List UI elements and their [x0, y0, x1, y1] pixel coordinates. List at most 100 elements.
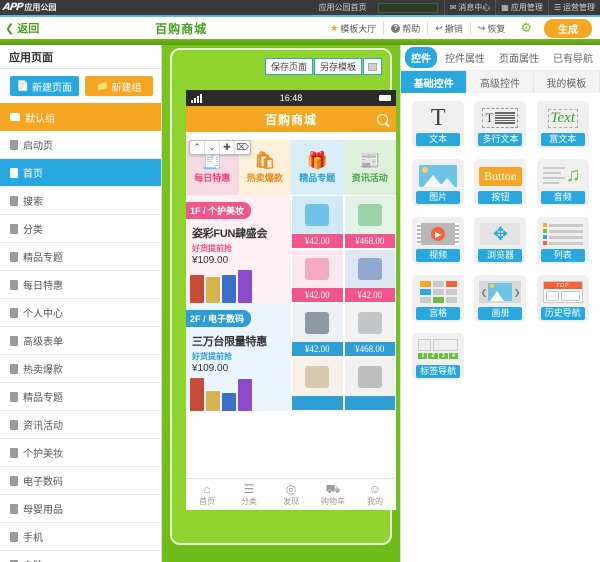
file-icon [10, 252, 18, 262]
inspector-tab[interactable]: 控件 [405, 47, 437, 68]
widget-audio[interactable]: ♫ 音频 [532, 159, 594, 206]
sidebar-item-group[interactable]: 默认组 [0, 103, 161, 131]
battery-icon [379, 95, 391, 101]
widget-browser[interactable]: ✥ 浏览器 [469, 217, 531, 264]
brand-logo[interactable]: APP 应用公园 [0, 2, 56, 13]
product-cell[interactable]: ¥468.00 [344, 195, 397, 249]
compass-icon: ◎ [286, 483, 296, 495]
save-template-button[interactable]: 另存模板 [314, 58, 362, 75]
topbar-search-input[interactable] [378, 3, 438, 13]
widget-list-widget[interactable]: 列表 [532, 217, 594, 264]
inspector-tab[interactable]: 已有导航 [547, 47, 599, 68]
quick-nav-item[interactable]: 🎁 精品专题 [291, 140, 344, 195]
widget-rich-text[interactable]: Text 富文本 [532, 101, 594, 148]
widget-history-nav[interactable]: TOP 历史导航 [532, 275, 594, 322]
sidebar-item-label: 搜索 [23, 193, 43, 208]
chevron-up-icon[interactable]: ⌃ [190, 141, 205, 154]
product-cell[interactable]: ¥42.00 [291, 249, 344, 303]
quick-nav-icon: 🛍 [254, 152, 276, 169]
phone-tab-cart[interactable]: ⛟ 购物车 [312, 479, 354, 510]
inspector-subtab[interactable]: 我的模板 [534, 71, 600, 93]
sidebar-item-page[interactable]: 首页 [0, 159, 161, 187]
inspector-tab[interactable]: 控件属性 [439, 47, 491, 68]
product-cell[interactable]: ¥468.00 [344, 303, 397, 357]
phone-tab-compass[interactable]: ◎ 发现 [270, 479, 312, 510]
search-icon[interactable] [377, 114, 388, 125]
back-button[interactable]: ❮ 返回 [0, 20, 39, 36]
rich-text-icon: Text [541, 105, 585, 131]
editor-toolbar: ❮ 返回 百购商城 ★ 模板大厅 ? 帮助 ↩ 撤销 ↪ 恢复 ⚙ 生成 [0, 17, 600, 39]
widget-box: TOP 历史导航 [537, 275, 589, 322]
widget-text[interactable]: T 文本 [407, 101, 469, 148]
preview-thumbnail-button[interactable] [363, 58, 382, 75]
widget-box: Button 按钮 [474, 159, 526, 206]
back-button-label: 返回 [17, 20, 39, 36]
chevron-down-icon[interactable]: ⌄ [205, 141, 220, 154]
trash-icon[interactable]: ⌦ [235, 141, 250, 154]
topbar-item-app-management[interactable]: ▦ 应用管理 [495, 0, 548, 15]
gallery-icon: ❮ ❯ [478, 279, 522, 305]
sidebar-item-page[interactable]: 个护美妆 [0, 439, 161, 467]
widget-tab-nav[interactable]: 1 2 3 4 标签导航 [407, 333, 469, 380]
template-hall-button[interactable]: ★ 模板大厅 [323, 21, 384, 35]
sidebar-item-page[interactable]: 启动页 [0, 131, 161, 159]
sidebar-item-page[interactable]: 资讯活动 [0, 411, 161, 439]
product-cell[interactable] [344, 357, 397, 411]
widget-button[interactable]: Button 按钮 [469, 159, 531, 206]
undo-button[interactable]: ↩ 撤销 [428, 21, 471, 35]
product-image [292, 196, 343, 234]
undo-label: 撤销 [445, 22, 463, 35]
product-swatch [305, 258, 329, 280]
widget-video[interactable]: ▶ 视频 [407, 217, 469, 264]
widget-image[interactable]: 图片 [407, 159, 469, 206]
sidebar-item-page[interactable]: 热卖爆款 [0, 355, 161, 383]
product-price [292, 396, 343, 410]
sidebar-item-page[interactable]: 搜索 [0, 187, 161, 215]
new-page-button[interactable]: 📄 新建页面 [10, 76, 79, 96]
generate-button[interactable]: 生成 [544, 19, 592, 38]
product-image [345, 250, 396, 288]
widget-label: 历史导航 [541, 307, 585, 320]
topbar-home-link[interactable]: 应用公园首页 [314, 0, 372, 15]
file-icon [10, 392, 18, 402]
product-price: ¥42.00 [292, 234, 343, 248]
file-icon [10, 168, 18, 178]
inspector-subtab[interactable]: 高级控件 [467, 71, 533, 93]
inspector-subtab[interactable]: 基础控件 [401, 71, 467, 93]
sidebar-item-label: 高级表单 [23, 333, 63, 348]
product-cell[interactable]: ¥42.00 [291, 303, 344, 357]
inspector-tab[interactable]: 页面属性 [493, 47, 545, 68]
widget-grid-widget[interactable]: 宫格 [407, 275, 469, 322]
quick-nav-item[interactable]: 📰 资讯活动 [344, 140, 397, 195]
gear-icon[interactable]: ⚙ [512, 20, 540, 36]
redo-button[interactable]: ↪ 恢复 [471, 21, 513, 35]
topbar-item-operations-management[interactable]: ☰ 运营管理 [548, 0, 600, 15]
save-page-button[interactable]: 保存页面 [265, 58, 313, 75]
phone-tab-home[interactable]: ⌂ 首页 [186, 479, 228, 510]
sidebar-item-page[interactable]: 手机 [0, 523, 161, 551]
help-button[interactable]: ? 帮助 [384, 21, 428, 35]
sidebar-item-page[interactable]: 电子数码 [0, 467, 161, 495]
floor-section[interactable]: 1F / 个护美妆 姿彩FUN肆盛会 好货提前抢 ¥109.00 ¥42.00 ¥468.… [186, 195, 396, 303]
sidebar-item-page[interactable]: 精品专题 [0, 383, 161, 411]
new-group-button[interactable]: 📁 新建组 [85, 76, 154, 96]
sidebar-item-page[interactable]: 高级表单 [0, 327, 161, 355]
widget-multiline-text[interactable]: T 多行文本 [469, 101, 531, 148]
product-cell[interactable]: ¥42.00 [291, 195, 344, 249]
phone-tab-user[interactable]: ☺ 我的 [354, 479, 396, 510]
product-cell[interactable]: ¥42.00 [344, 249, 397, 303]
product-cell[interactable] [291, 357, 344, 411]
floor-section[interactable]: 2F / 电子数码 三万台限量特惠 好货提前抢 ¥109.00 ¥42.00 ¥468.0… [186, 303, 396, 411]
widget-gallery[interactable]: ❮ ❯ 画册 [469, 275, 531, 322]
sidebar-item-page[interactable]: 每日特惠 [0, 271, 161, 299]
topbar-item-message-center[interactable]: ✉ 消息中心 [444, 0, 496, 15]
sidebar-item-page[interactable]: 分类 [0, 215, 161, 243]
sidebar-item-page[interactable]: 母婴用品 [0, 495, 161, 523]
sidebar-item-page[interactable]: 个人中心 [0, 299, 161, 327]
sidebar-item-page[interactable]: 电脑 [0, 551, 161, 562]
sidebar-item-page[interactable]: 精品专题 [0, 243, 161, 271]
plus-icon[interactable]: ✚ [220, 141, 235, 154]
phone-status-bar: 16:48 [186, 90, 396, 106]
phone-tab-list[interactable]: ☰ 分类 [228, 479, 270, 510]
quick-nav-row: ⌃ ⌄ ✚ ⌦ 🧾 每日特惠 🛍 热卖爆款 🎁 精品专题 📰 资讯活动 [186, 140, 396, 195]
